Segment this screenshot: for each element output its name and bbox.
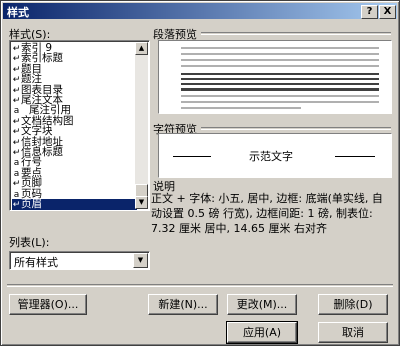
- window-title: 样式: [7, 6, 29, 19]
- preview-line: [181, 65, 379, 67]
- preview-line: [181, 53, 379, 55]
- preview-rule: [335, 156, 375, 157]
- preview-line: [181, 107, 301, 109]
- divider: [201, 32, 391, 35]
- scroll-up-button[interactable]: ▲: [135, 42, 148, 55]
- paragraph-preview: [158, 40, 392, 114]
- preview-line-sample: [181, 73, 379, 75]
- organizer-button[interactable]: 管理器(O)...: [9, 294, 87, 315]
- character-preview: 示范文字: [158, 133, 392, 178]
- preview-rule: [173, 156, 211, 157]
- scroll-down-button[interactable]: ▼: [135, 196, 148, 209]
- new-button[interactable]: 新建(N)...: [148, 294, 218, 315]
- chevron-down-icon[interactable]: ▼: [133, 253, 148, 268]
- description-text: 正文 + 字体: 小五, 居中, 边框: 底端(单实线, 自动设置 0.5 磅 …: [151, 192, 383, 235]
- styles-dialog: 样式 ? X 样式(S): ↵索引 9 ↵索引标题 ↵题目 ↵题注 ↵图表目录 ↵尾注文本…: [0, 0, 400, 346]
- divider: [7, 284, 393, 287]
- apply-button[interactable]: 应用(A): [226, 321, 298, 344]
- style-list-item[interactable]: ↵页眉: [12, 199, 137, 210]
- delete-button[interactable]: 删除(D): [318, 294, 388, 315]
- help-button[interactable]: ?: [361, 5, 378, 19]
- modify-button[interactable]: 更改(M)...: [227, 294, 297, 315]
- styles-scrollbar[interactable]: ▲ ▼: [135, 42, 148, 209]
- list-select-value: 所有样式: [14, 256, 58, 269]
- list-select[interactable]: 所有样式 ▼: [9, 251, 150, 270]
- paragraph-style-icon: ↵: [12, 200, 21, 210]
- styles-listbox[interactable]: ↵索引 9 ↵索引标题 ↵题目 ↵题注 ↵图表目录 ↵尾注文本 a 尾注引用 ↵文档结构图 ↵文字…: [9, 40, 150, 211]
- cancel-button[interactable]: 取消: [318, 322, 388, 343]
- character-sample-text: 示范文字: [249, 150, 293, 163]
- title-bar: 样式 ? X: [3, 3, 397, 19]
- preview-line-sample: [181, 83, 379, 85]
- close-button[interactable]: X: [379, 5, 396, 19]
- style-name: 页眉: [21, 198, 42, 210]
- preview-line-sample: [181, 78, 379, 80]
- preview-line: [181, 59, 379, 61]
- preview-line-sample: [181, 88, 379, 91]
- divider: [201, 127, 391, 130]
- preview-line: [181, 101, 379, 103]
- preview-line: [181, 95, 379, 97]
- preview-line: [181, 47, 379, 49]
- list-label: 列表(L):: [9, 236, 50, 249]
